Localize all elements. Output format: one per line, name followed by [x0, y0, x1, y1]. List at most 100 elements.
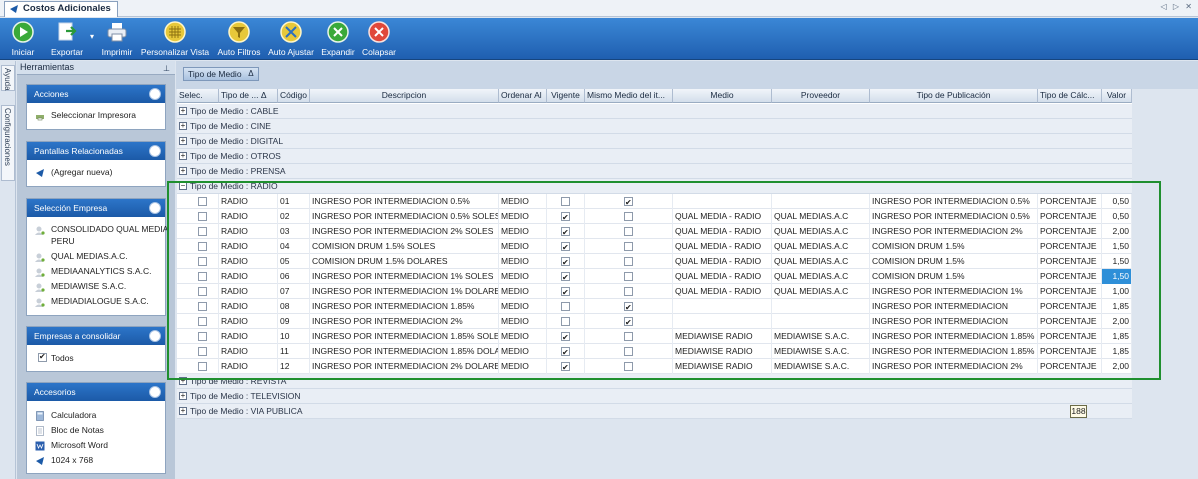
cell-tipo-calculo[interactable]: PORCENTAJE [1038, 284, 1102, 299]
mismo-checkbox[interactable] [624, 212, 633, 221]
column-header-medio[interactable]: Medio [673, 89, 772, 103]
document-tab[interactable]: Costos Adicionales [4, 1, 118, 17]
column-header-selec[interactable]: Selec. [177, 89, 219, 103]
cell-tipo[interactable]: RADIO [219, 254, 278, 269]
select-cell[interactable] [189, 224, 219, 239]
cell-proveedor[interactable]: QUAL MEDIAS.A.C [772, 239, 870, 254]
cell-tipo[interactable]: RADIO [219, 239, 278, 254]
vigente-checkbox[interactable] [561, 286, 570, 299]
cell-codigo[interactable]: 02 [278, 209, 310, 224]
cell-ordenar[interactable]: MEDIO [499, 209, 547, 224]
cell-vigente[interactable] [547, 254, 585, 269]
cell-proveedor[interactable]: MEDIAWISE S.A.C. [772, 359, 870, 374]
cell-medio[interactable]: QUAL MEDIA - RADIO [673, 254, 772, 269]
cell-mismo-medio[interactable] [585, 329, 673, 344]
mismo-checkbox[interactable] [624, 347, 633, 356]
cell-ordenar[interactable]: MEDIO [499, 314, 547, 329]
collapse-icon[interactable] [149, 88, 161, 100]
cell-codigo[interactable]: 10 [278, 329, 310, 344]
row-select-checkbox[interactable] [198, 272, 207, 281]
auto-ajustar-button[interactable]: Auto Ajustar [266, 20, 316, 58]
column-header-tipo-calculo[interactable]: Tipo de Cálc... [1038, 89, 1102, 103]
vigente-checkbox[interactable] [561, 226, 570, 239]
expand-group-icon[interactable]: + [179, 377, 187, 385]
cell-vigente[interactable] [547, 269, 585, 284]
column-header-vigente[interactable]: Vigente [547, 89, 585, 103]
cell-medio[interactable]: QUAL MEDIA - RADIO [673, 284, 772, 299]
cell-descripcion[interactable]: INGRESO POR INTERMEDIACION 1.85% [310, 299, 499, 314]
tab-configuraciones[interactable]: Configuraciones [1, 105, 15, 181]
cell-tipo-calculo[interactable]: PORCENTAJE [1038, 329, 1102, 344]
select-cell[interactable] [189, 254, 219, 269]
cell-codigo[interactable]: 09 [278, 314, 310, 329]
cell-codigo[interactable]: 08 [278, 299, 310, 314]
cell-tipo[interactable]: RADIO [219, 359, 278, 374]
cell-proveedor[interactable]: QUAL MEDIAS.A.C [772, 284, 870, 299]
cell-tipo-publicacion[interactable]: INGRESO POR INTERMEDIACION 1.85% [870, 329, 1038, 344]
group-row[interactable]: + Tipo de Medio : VIA PUBLICA [177, 404, 1132, 419]
mismo-checkbox[interactable] [624, 257, 633, 266]
expand-group-icon[interactable]: + [179, 122, 187, 130]
cell-tipo-calculo[interactable]: PORCENTAJE [1038, 299, 1102, 314]
table-row[interactable]: RADIO 06 INGRESO POR INTERMEDIACION 1% SOL… [177, 269, 1132, 284]
mismo-checkbox[interactable] [624, 272, 633, 281]
row-select-checkbox[interactable] [198, 347, 207, 356]
cell-tipo-publicacion[interactable]: COMISION DRUM 1.5% [870, 239, 1038, 254]
row-select-checkbox[interactable] [198, 242, 207, 251]
cell-vigente[interactable] [547, 314, 585, 329]
group-row[interactable]: + Tipo de Medio : PRENSA [177, 164, 1132, 179]
cell-mismo-medio[interactable] [585, 299, 673, 314]
cell-proveedor[interactable] [772, 314, 870, 329]
select-cell[interactable] [189, 194, 219, 209]
cell-proveedor[interactable]: MEDIAWISE S.A.C. [772, 344, 870, 359]
collapse-icon[interactable] [149, 202, 161, 214]
cell-valor[interactable]: 2,00 [1102, 224, 1132, 239]
cell-vigente[interactable] [547, 284, 585, 299]
cell-valor[interactable]: 2,00 [1102, 359, 1132, 374]
column-header-proveedor[interactable]: Proveedor [772, 89, 870, 103]
select-cell[interactable] [189, 314, 219, 329]
collapse-icon[interactable] [149, 386, 161, 398]
table-row[interactable]: RADIO 07 INGRESO POR INTERMEDIACION 1% DOL… [177, 284, 1132, 299]
table-row[interactable]: RADIO 09 INGRESO POR INTERMEDIACION 2% MEDI… [177, 314, 1132, 329]
expand-group-icon[interactable]: + [179, 137, 187, 145]
cell-tipo-calculo[interactable]: PORCENTAJE [1038, 239, 1102, 254]
imprimir-button[interactable]: Imprimir [98, 20, 136, 58]
cell-tipo-publicacion[interactable]: INGRESO POR INTERMEDIACION 2% [870, 359, 1038, 374]
cell-valor[interactable]: 1,50 [1102, 254, 1132, 269]
mismo-checkbox[interactable] [624, 287, 633, 296]
cell-ordenar[interactable]: MEDIO [499, 299, 547, 314]
cell-codigo[interactable]: 04 [278, 239, 310, 254]
cell-ordenar[interactable]: MEDIO [499, 329, 547, 344]
cell-codigo[interactable]: 11 [278, 344, 310, 359]
cell-medio[interactable]: QUAL MEDIA - RADIO [673, 239, 772, 254]
cell-codigo[interactable]: 06 [278, 269, 310, 284]
cell-vigente[interactable] [547, 224, 585, 239]
mismo-checkbox[interactable] [624, 332, 633, 341]
group-row[interactable]: + Tipo de Medio : REVISTA [177, 374, 1132, 389]
expandir-button[interactable]: Expandir [320, 20, 356, 58]
cell-descripcion[interactable]: INGRESO POR INTERMEDIACION 2% [310, 314, 499, 329]
vigente-checkbox[interactable] [561, 241, 570, 254]
cell-ordenar[interactable]: MEDIO [499, 269, 547, 284]
cell-descripcion[interactable]: COMISION DRUM 1.5% SOLES [310, 239, 499, 254]
mismo-checkbox[interactable] [624, 196, 633, 209]
cell-vigente[interactable] [547, 194, 585, 209]
cell-mismo-medio[interactable] [585, 359, 673, 374]
select-cell[interactable] [189, 299, 219, 314]
cell-valor[interactable]: 1,00 [1102, 284, 1132, 299]
select-cell[interactable] [189, 239, 219, 254]
cell-valor[interactable]: 1,50 [1102, 239, 1132, 254]
exportar-dropdown[interactable]: ▾ [88, 32, 96, 42]
cell-medio[interactable]: MEDIAWISE RADIO [673, 329, 772, 344]
select-cell[interactable] [189, 269, 219, 284]
group-by-chip[interactable]: Tipo de Medio Δ [183, 67, 259, 81]
cell-codigo[interactable]: 05 [278, 254, 310, 269]
cell-tipo[interactable]: RADIO [219, 209, 278, 224]
cell-mismo-medio[interactable] [585, 209, 673, 224]
column-header-tipo[interactable]: Tipo de ... Δ [219, 89, 278, 103]
cell-proveedor[interactable]: QUAL MEDIAS.A.C [772, 269, 870, 284]
cell-tipo[interactable]: RADIO [219, 299, 278, 314]
empresas-consolidar-panel-header[interactable]: Empresas a consolidar [27, 327, 165, 345]
cell-tipo-publicacion[interactable]: INGRESO POR INTERMEDIACION 2% [870, 224, 1038, 239]
